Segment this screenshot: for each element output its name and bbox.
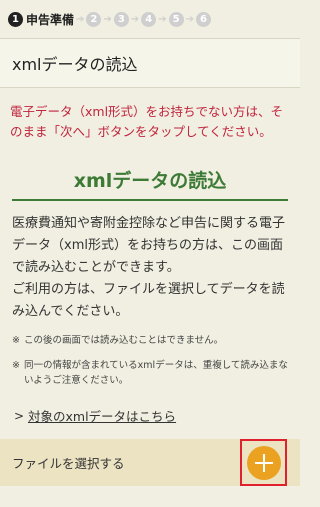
step-indicator: 1 申告準備 ➔ 2 ➔ 3 ➔ 4 ➔ 5 ➔ 6 [0, 0, 300, 38]
step-2-icon: 2 [86, 11, 102, 27]
step-4-icon: 4 [141, 11, 157, 27]
arrow-right-icon: ➔ [76, 13, 85, 25]
section-heading: xmlデータの読込 [12, 166, 288, 201]
arrow-right-icon: ➔ [103, 13, 112, 25]
usage-line: ご利用の方は、ファイルを選択してデータを読み込んでください。 [12, 282, 285, 319]
note-mark: ※ [12, 360, 20, 371]
add-file-button[interactable] [246, 445, 281, 480]
step-1-label: 申告準備 [26, 12, 75, 27]
step-3-icon: 3 [113, 11, 129, 27]
page-title: xmlデータの読込 [0, 38, 300, 88]
description-text: 医療費通知や寄附金控除など申告に関する電子データ（xml形式）をお持ちの方は、こ… [12, 213, 288, 323]
target-data-link[interactable]: > 対象のxmlデータはこちら [14, 406, 288, 425]
add-file-highlight [240, 439, 287, 486]
note-item: ※ この後の画面では読み込むことはできません。 [12, 333, 288, 348]
arrow-right-icon: ➔ [158, 13, 167, 25]
step-6-icon: 6 [195, 11, 211, 27]
step-5-icon: 5 [168, 11, 184, 27]
note-text: 同一の情報が含まれているxmlデータは、重複して読み込まないようご注意ください。 [23, 360, 288, 386]
arrow-right-icon: ➔ [185, 13, 194, 25]
arrow-right-icon: ➔ [130, 13, 140, 25]
notice-text: 電子データ（xml形式）をお持ちでない方は、そのまま「次へ」ボタンをタップしてく… [10, 104, 284, 139]
target-data-link-label[interactable]: 対象のxmlデータはこちら [28, 406, 176, 425]
step-1-icon: 1 [8, 11, 23, 27]
file-select-label: ファイルを選択する [12, 456, 125, 471]
description-line: 医療費通知や寄附金控除など申告に関する電子データ（xml形式）をお持ちの方は、こ… [12, 216, 286, 275]
note-mark: ※ [12, 335, 20, 346]
note-item: ※ 同一の情報が含まれているxmlデータは、重複して読み込まないようご注意くださ… [12, 358, 288, 388]
chevron-right-icon: > [14, 408, 25, 423]
note-text: この後の画面では読み込むことはできません。 [23, 335, 224, 346]
